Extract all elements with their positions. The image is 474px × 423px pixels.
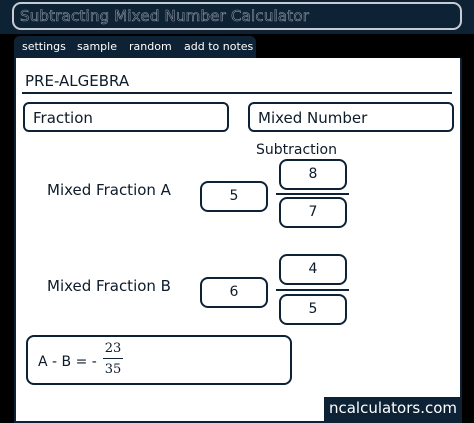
- result-expression: A - B = -: [38, 354, 97, 370]
- fraction-b-numerator-input[interactable]: 4: [279, 254, 347, 285]
- fraction-a-numerator-input[interactable]: 8: [279, 159, 347, 190]
- section-label: PRE-ALGEBRA: [25, 72, 130, 90]
- fraction-a-whole-input[interactable]: 5: [200, 181, 268, 212]
- result-fraction-bar: [103, 358, 123, 359]
- result-numerator: 23: [104, 341, 122, 356]
- brand-link[interactable]: ncalculators.com: [324, 397, 462, 421]
- window-title: Subtracting Mixed Number Calculator: [20, 7, 310, 26]
- result-denominator: 35: [104, 362, 122, 377]
- operation-label: Subtraction: [256, 142, 337, 158]
- fraction-b-bar: [276, 289, 349, 291]
- fraction-b-whole-input[interactable]: 6: [200, 277, 268, 308]
- tab-sample[interactable]: sample: [77, 37, 117, 56]
- mixed-number-mode-button[interactable]: Mixed Number: [248, 102, 454, 132]
- fraction-a-label: Mixed Fraction A: [47, 181, 171, 199]
- tab-settings[interactable]: settings: [22, 37, 66, 56]
- fraction-b-denominator-input[interactable]: 5: [279, 294, 347, 325]
- tab-add-to-notes[interactable]: add to notes: [184, 37, 253, 56]
- fraction-a-bar: [276, 193, 349, 195]
- tab-random[interactable]: random: [129, 37, 172, 56]
- fraction-mode-button[interactable]: Fraction: [23, 102, 229, 132]
- section-divider: [22, 92, 452, 94]
- fraction-a-denominator-input[interactable]: 7: [279, 197, 347, 228]
- fraction-b-label: Mixed Fraction B: [47, 277, 171, 295]
